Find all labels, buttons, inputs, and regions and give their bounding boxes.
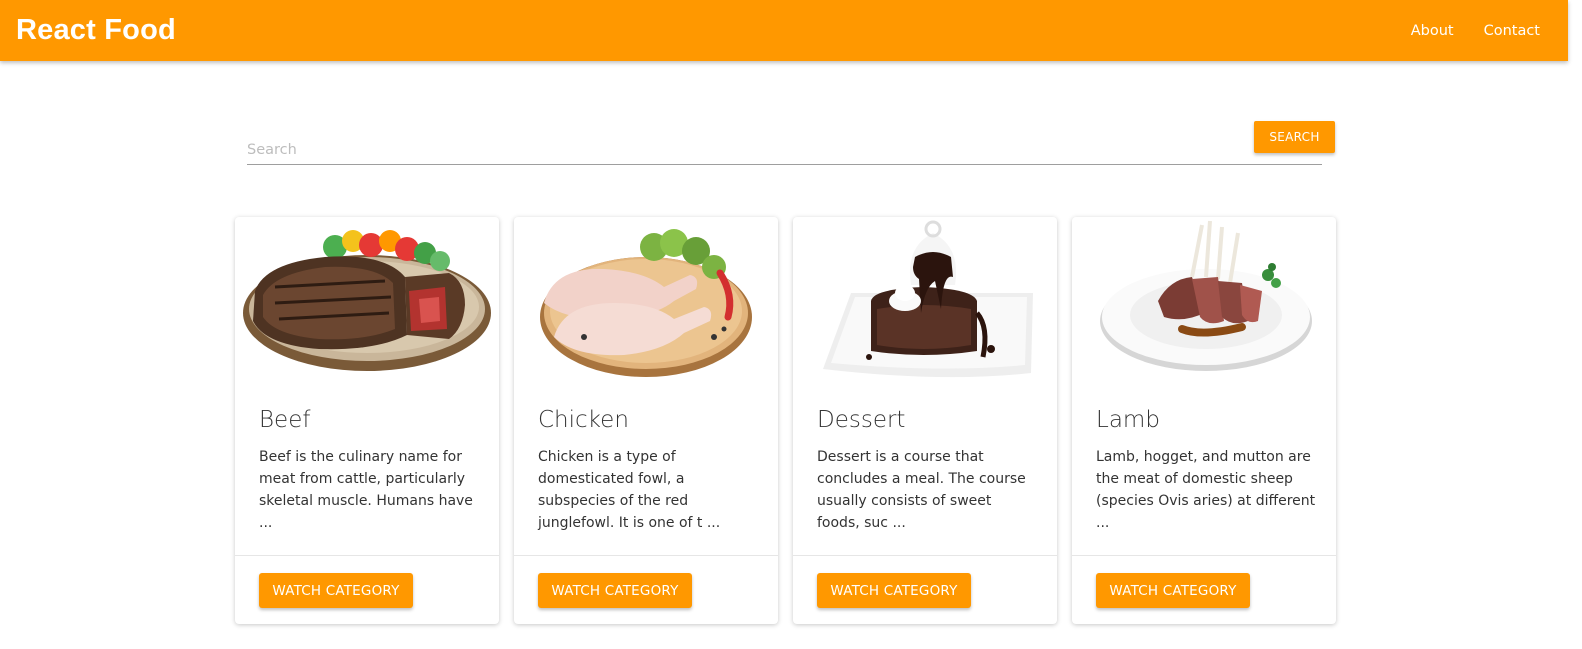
app-title[interactable]: React Food — [16, 14, 176, 47]
lamb-image — [1100, 220, 1312, 371]
card-title: Dessert — [817, 407, 906, 433]
nav-contact-link[interactable]: Contact — [1484, 23, 1540, 39]
nav-about-link[interactable]: About — [1411, 23, 1454, 39]
card-description: Lamb, hogget, and mutton are the meat of… — [1096, 449, 1316, 531]
watch-category-button-dessert[interactable]: WATCH CATEGORY — [817, 573, 971, 608]
card-divider — [235, 555, 499, 556]
card-divider — [793, 555, 1057, 556]
search-input[interactable] — [247, 128, 1322, 165]
card-description: Chicken is a type of domesticated fowl, … — [538, 449, 721, 531]
card-title: Lamb — [1096, 407, 1160, 433]
card-divider — [1072, 555, 1336, 556]
top-nav: About Contact — [1411, 23, 1552, 39]
category-card-lamb: Lamb Lamb, hogget, and mutton are the me… — [1072, 217, 1336, 624]
search-form: SEARCH — [247, 120, 1335, 170]
card-description: Beef is the culinary name for meat from … — [259, 449, 473, 531]
watch-category-button-beef[interactable]: WATCH CATEGORY — [259, 573, 413, 608]
card-title: Chicken — [538, 407, 629, 433]
search-button[interactable]: SEARCH — [1254, 121, 1335, 153]
dessert-image — [823, 220, 1033, 378]
category-grid: Beef Beef is the culinary name for meat … — [235, 217, 1336, 624]
beef-image — [243, 230, 491, 371]
chicken-image — [540, 229, 752, 377]
card-title: Beef — [259, 407, 311, 433]
category-card-chicken: Chicken Chicken is a type of domesticate… — [514, 217, 778, 624]
category-card-beef: Beef Beef is the culinary name for meat … — [235, 217, 499, 624]
app-bar: React Food About Contact — [0, 0, 1568, 61]
category-card-dessert: Dessert Dessert is a course that conclud… — [793, 217, 1057, 624]
watch-category-button-chicken[interactable]: WATCH CATEGORY — [538, 573, 692, 608]
card-description: Dessert is a course that concludes a mea… — [817, 449, 1026, 531]
watch-category-button-lamb[interactable]: WATCH CATEGORY — [1096, 573, 1250, 608]
card-divider — [514, 555, 778, 556]
